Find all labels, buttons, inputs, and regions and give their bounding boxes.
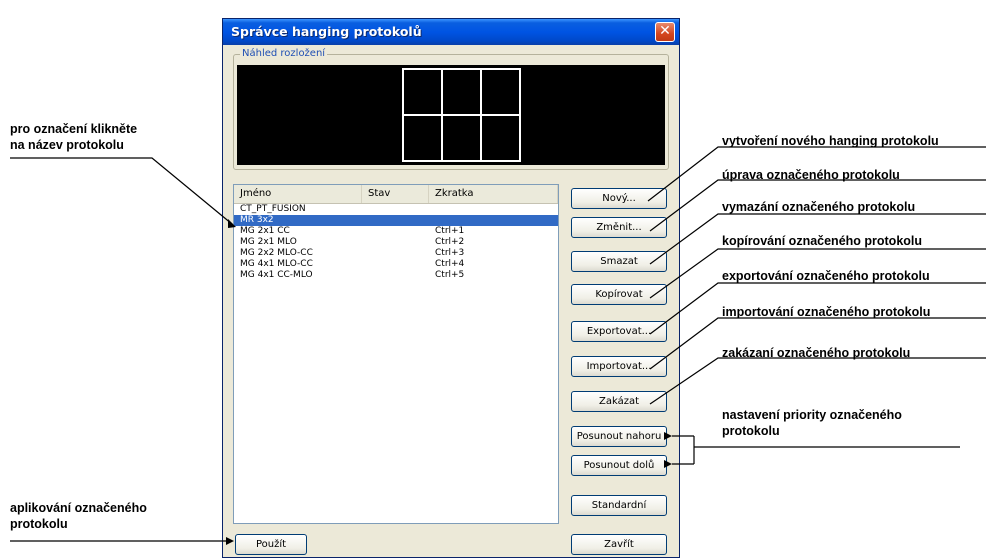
arrow-move-up [664,432,672,440]
leader-disable [649,357,986,405]
arrow-apply [226,537,234,545]
leader-edit [649,179,986,232]
leader-click-name [10,157,233,225]
leader-import [649,317,986,370]
arrow-move-down [664,460,672,468]
leader-export [649,282,986,335]
leader-new [647,146,986,202]
annotation-leader-lines [10,146,986,545]
leader-click-name-arrow [228,219,236,228]
leader-delete [649,213,986,265]
leader-copy [649,248,986,299]
